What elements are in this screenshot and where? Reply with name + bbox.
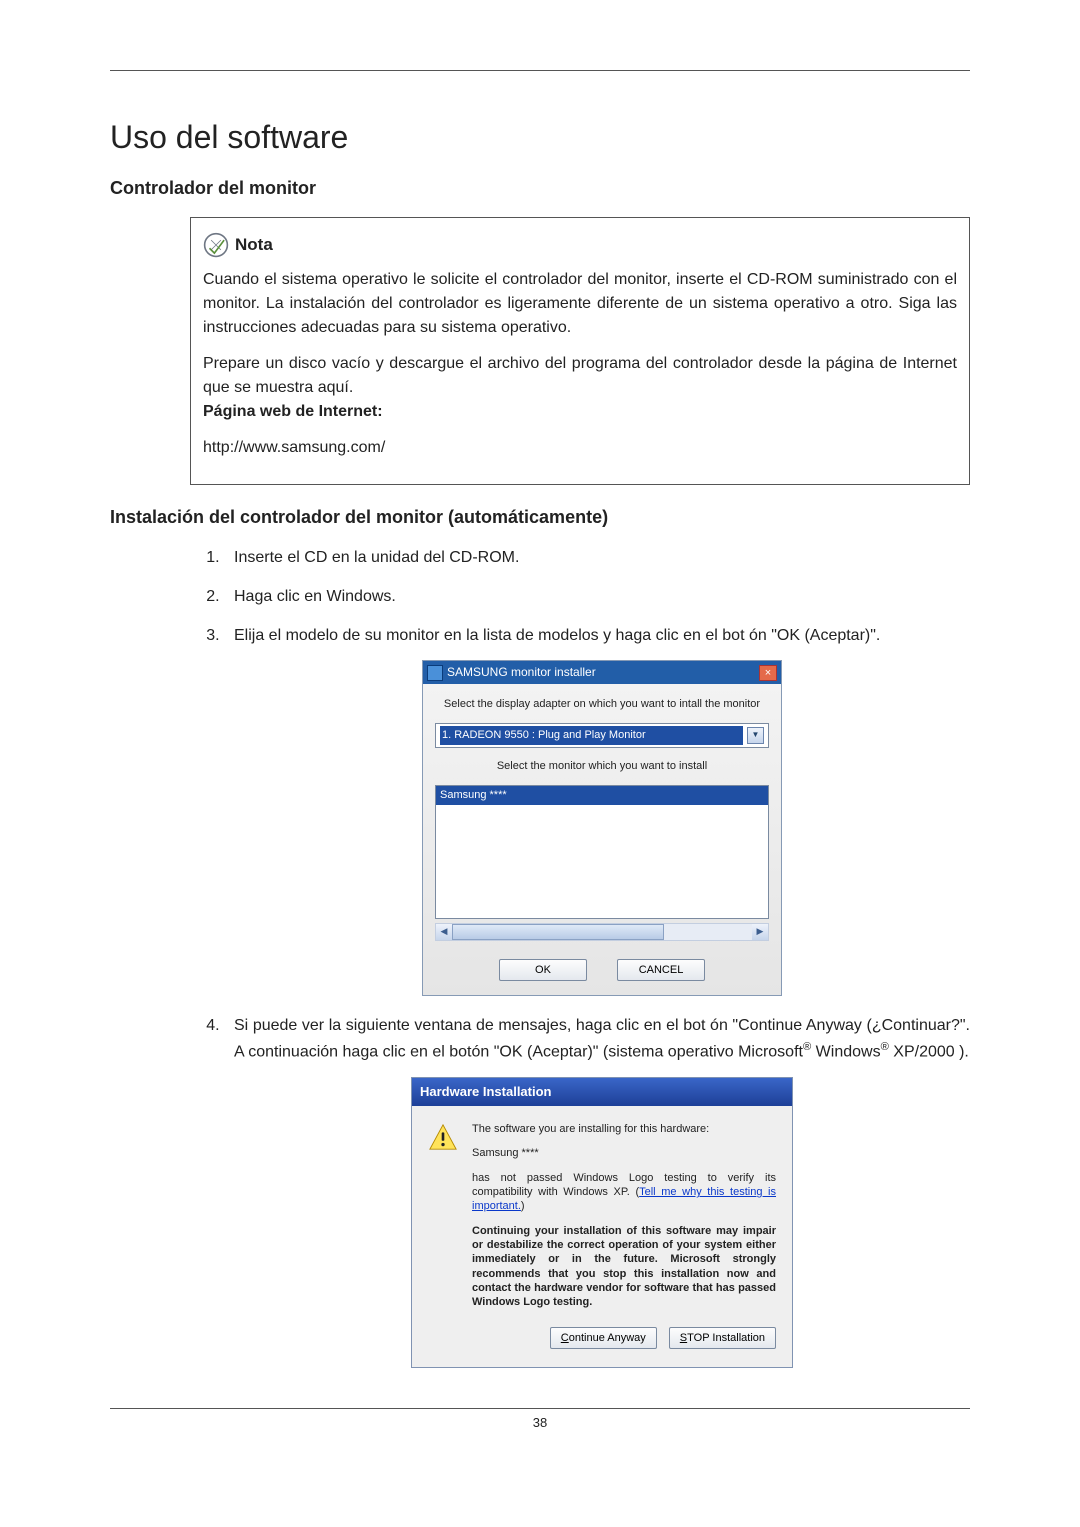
steps-list: Inserte el CD en la unidad del CD-ROM. H… xyxy=(188,546,970,1368)
step-1: Inserte el CD en la unidad del CD-ROM. xyxy=(224,546,970,571)
installer-titlebar: SAMSUNG monitor installer × xyxy=(423,661,781,684)
scroll-thumb[interactable] xyxy=(452,924,664,940)
hw-p1: The software you are installing for this… xyxy=(472,1122,776,1136)
ok-button[interactable]: OK xyxy=(499,959,587,981)
monitor-listbox[interactable]: Samsung **** xyxy=(435,785,769,919)
step-3: Elija el modelo de su monitor en la list… xyxy=(224,624,970,997)
continue-underline: C xyxy=(561,1332,569,1344)
step-4-text-c: XP/2000 ). xyxy=(889,1043,969,1060)
installer-title-text: SAMSUNG monitor installer xyxy=(447,663,596,682)
hw-p4: Continuing your installation of this sof… xyxy=(472,1224,776,1310)
note-web-label: Página web de Internet: xyxy=(203,403,383,420)
note-box: Nota Cuando el sistema operativo le soli… xyxy=(190,217,970,485)
installer-title-icon xyxy=(427,665,443,681)
note-icon xyxy=(203,232,229,258)
close-button[interactable]: × xyxy=(759,665,777,681)
hw-titlebar: Hardware Installation xyxy=(412,1078,792,1106)
reg-mark-2: ® xyxy=(881,1041,889,1053)
scroll-track[interactable] xyxy=(452,924,752,940)
warning-icon xyxy=(428,1122,458,1152)
top-rule xyxy=(110,70,970,71)
bottom-rule xyxy=(110,1408,970,1409)
note-p2-text: Prepare un disco vacío y descargue el ar… xyxy=(203,355,957,396)
chevron-down-icon[interactable]: ▼ xyxy=(747,727,764,744)
adapter-selected-option: 1. RADEON 9550 : Plug and Play Monitor xyxy=(440,726,743,745)
step-2: Haga clic en Windows. xyxy=(224,585,970,610)
page-number: 38 xyxy=(110,1415,970,1430)
hw-p2: Samsung **** xyxy=(472,1146,776,1160)
step-4-text-b: Windows xyxy=(811,1043,880,1060)
note-url: http://www.samsung.com/ xyxy=(203,436,957,460)
hw-p3b: ) xyxy=(521,1200,525,1212)
section-heading-instalacion: Instalación del controlador del monitor … xyxy=(110,507,970,528)
note-paragraph-2: Prepare un disco vacío y descargue el ar… xyxy=(203,352,957,424)
installer-dialog: SAMSUNG monitor installer × Select the d… xyxy=(422,660,782,996)
list-item[interactable]: Samsung **** xyxy=(436,786,768,805)
installer-hint-2: Select the monitor which you want to ins… xyxy=(435,758,769,775)
cancel-button[interactable]: CANCEL xyxy=(617,959,705,981)
hw-p3: has not passed Windows Logo testing to v… xyxy=(472,1171,776,1214)
step-4: Si puede ver la siguiente ventana de men… xyxy=(224,1014,970,1368)
scroll-right-icon[interactable]: ▶ xyxy=(752,924,768,940)
note-paragraph-1: Cuando el sistema operativo le solicite … xyxy=(203,268,957,340)
stop-installation-button[interactable]: STOP Installation xyxy=(669,1327,776,1349)
continue-anyway-button[interactable]: Continue Anyway xyxy=(550,1327,657,1349)
note-label: Nota xyxy=(235,232,273,258)
reg-mark-1: ® xyxy=(803,1041,811,1053)
scroll-left-icon[interactable]: ◀ xyxy=(436,924,452,940)
installer-hint-1: Select the display adapter on which you … xyxy=(435,696,769,713)
stop-rest: TOP Installation xyxy=(687,1332,765,1344)
section-heading-controlador: Controlador del monitor xyxy=(110,178,970,199)
adapter-select[interactable]: 1. RADEON 9550 : Plug and Play Monitor ▼ xyxy=(435,723,769,748)
continue-rest: ontinue Anyway xyxy=(569,1332,646,1344)
horizontal-scrollbar[interactable]: ◀ ▶ xyxy=(435,923,769,941)
page-title: Uso del software xyxy=(110,119,970,156)
step-3-text: Elija el modelo de su monitor en la list… xyxy=(234,627,880,644)
hardware-installation-dialog: Hardware Installation The software you a… xyxy=(411,1077,793,1368)
